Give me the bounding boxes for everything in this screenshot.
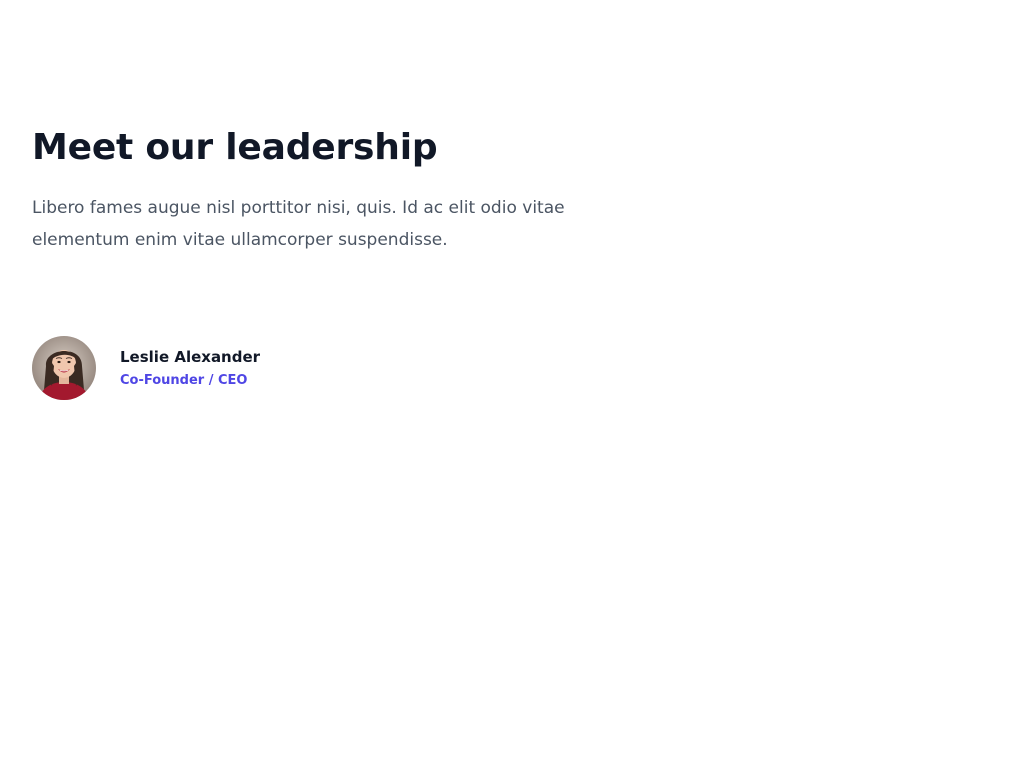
team-member: Leslie Alexander Co-Founder / CEO (32, 336, 260, 400)
team-member-name: Leslie Alexander (120, 348, 261, 366)
section-description: Libero fames augue nisl porttitor nisi, … (32, 198, 565, 250)
avatar (32, 336, 96, 400)
section-title: Meet our leadership (32, 127, 438, 168)
team-member-info: Leslie Alexander Co-Founder / CEO (120, 345, 260, 391)
portrait-photo-icon (32, 336, 96, 400)
team-member-role: Co-Founder / CEO (120, 373, 248, 388)
